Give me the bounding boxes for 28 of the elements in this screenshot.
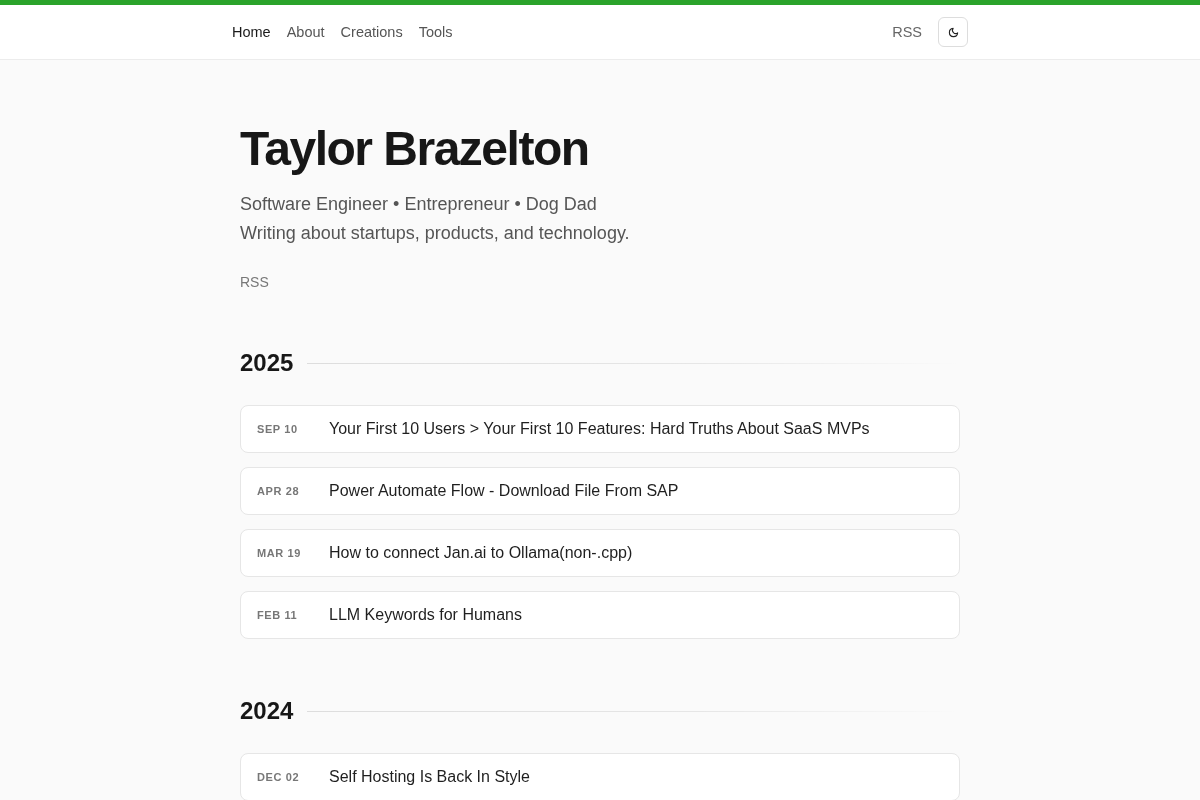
post-title: How to connect Jan.ai to Ollama(non-.cpp) (329, 544, 633, 562)
post-card[interactable]: DEC 02 Self Hosting Is Back In Style (240, 753, 960, 800)
post-date: MAR 19 (257, 547, 302, 559)
page-title: Taylor Brazelton (240, 121, 589, 177)
nav-link[interactable]: Home (232, 24, 271, 40)
post-title: LLM Keywords for Humans (329, 606, 522, 624)
post-card[interactable]: SEP 10 Your First 10 Users > Your First 10 Features: Hard Truths About SaaS MVPs (240, 405, 960, 453)
post-title: Your First 10 Users > Your First 10 Features: Hard Truths About SaaS MVPs (329, 420, 870, 438)
post-title: Power Automate Flow - Download File From SAP (329, 482, 679, 500)
nav-link[interactable]: Tools (418, 24, 453, 40)
moon-icon (947, 26, 959, 38)
post-card[interactable]: FEB 11 LLM Keywords for Humans (240, 591, 960, 639)
post-card[interactable]: APR 28 Power Automate Flow - Download File From SAP (240, 467, 960, 515)
post-title: Self Hosting Is Back In Style (329, 768, 530, 786)
post-date: APR 28 (257, 485, 301, 497)
rss-link[interactable]: RSS (240, 272, 269, 292)
tagline: Software Engineer • Entrepreneur • Dog Dad (240, 193, 597, 216)
theme-toggle-button[interactable] (938, 17, 968, 47)
nav-link[interactable]: Creations (340, 24, 403, 40)
post-date: FEB 11 (257, 609, 299, 621)
nav-link[interactable]: About (286, 24, 325, 40)
post-date: SEP 10 (257, 423, 299, 435)
year-heading: 2024 (240, 696, 294, 726)
description: Writing about startups, products, and technology. (240, 222, 630, 245)
post-date: DEC 02 (257, 771, 301, 783)
year-heading: 2025 (240, 348, 294, 378)
rss-link[interactable]: RSS (892, 24, 922, 40)
post-card[interactable]: MAR 19 How to connect Jan.ai to Ollama(non-.cpp) (240, 529, 960, 577)
